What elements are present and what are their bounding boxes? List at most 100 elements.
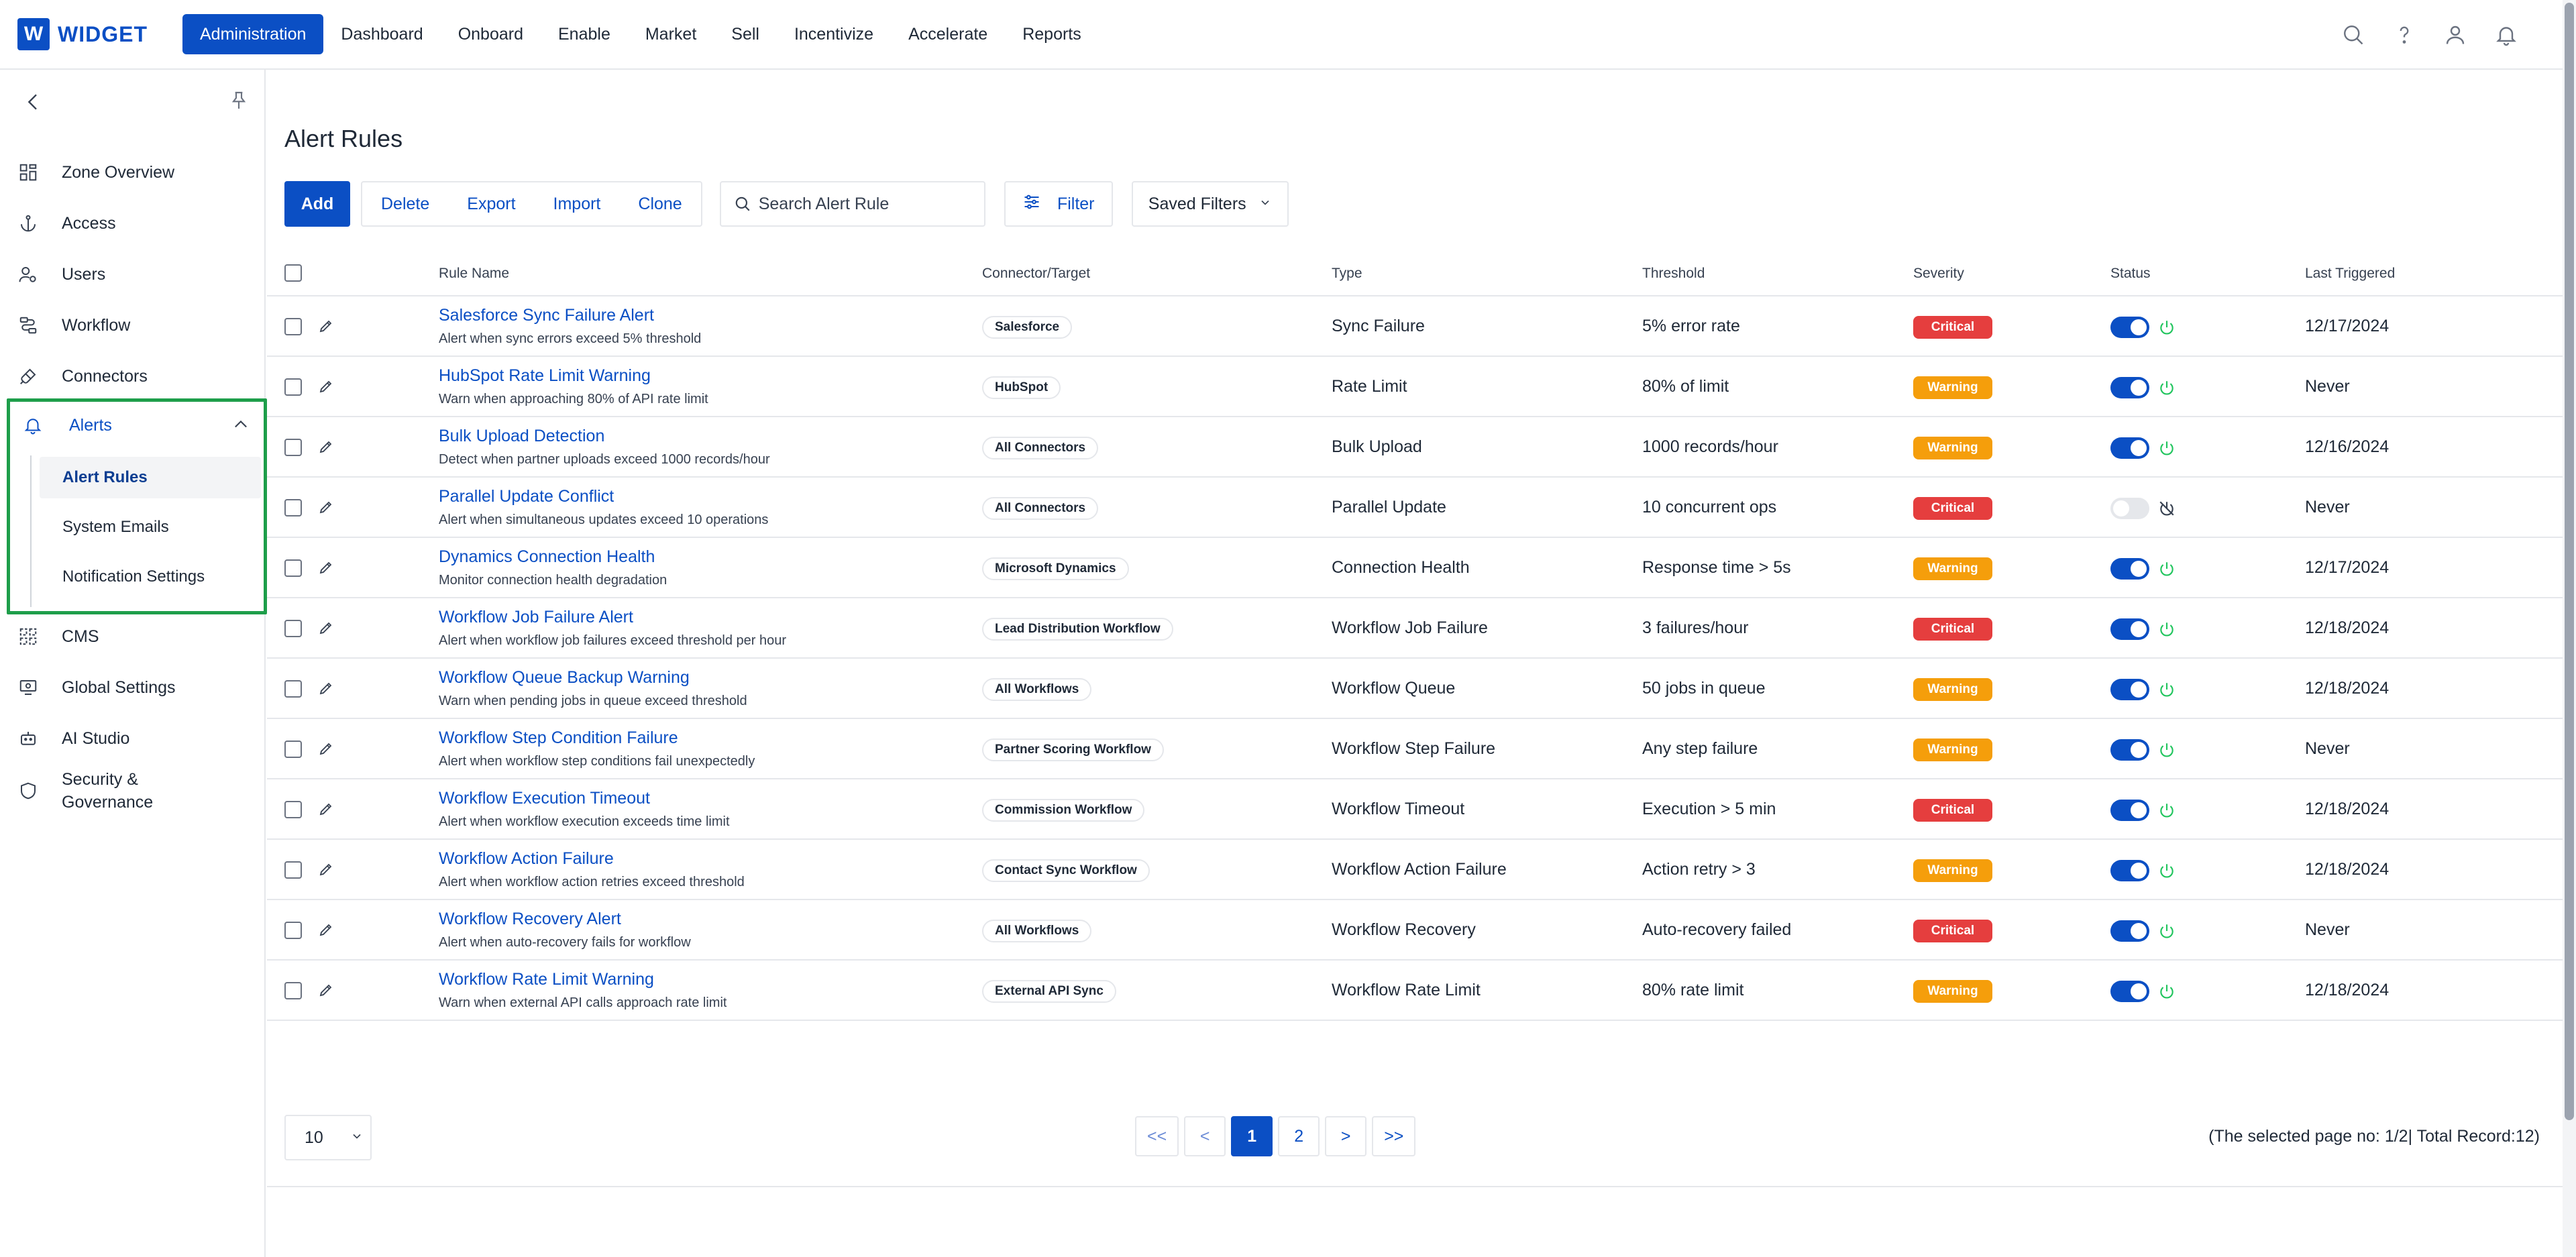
rule-name-link[interactable]: Workflow Step Condition Failure: [439, 728, 678, 748]
column-header-severity[interactable]: Severity: [1913, 266, 1964, 282]
rule-name-link[interactable]: Workflow Execution Timeout: [439, 789, 650, 808]
clone-button[interactable]: Clone: [619, 182, 700, 225]
row-checkbox[interactable]: [284, 499, 302, 516]
row-checkbox[interactable]: [284, 318, 302, 335]
select-all-checkbox[interactable]: [284, 264, 302, 282]
column-header-rule-name[interactable]: Rule Name: [439, 266, 509, 282]
row-checkbox[interactable]: [284, 861, 302, 879]
edit-icon[interactable]: [315, 798, 337, 820]
nav-onboard[interactable]: Onboard: [441, 14, 541, 54]
rule-name-link[interactable]: Workflow Recovery Alert: [439, 910, 621, 929]
export-button[interactable]: Export: [448, 182, 534, 225]
column-header-last-triggered[interactable]: Last Triggered: [2305, 266, 2395, 282]
rule-name-link[interactable]: Bulk Upload Detection: [439, 427, 604, 446]
row-checkbox[interactable]: [284, 620, 302, 637]
sidebar-item-ai-studio[interactable]: AI Studio: [0, 716, 264, 761]
page-1-button[interactable]: 1: [1231, 1116, 1273, 1156]
page-size-select[interactable]: 10: [284, 1115, 372, 1160]
edit-icon[interactable]: [315, 315, 337, 337]
sidebar-item-zone-overview[interactable]: Zone Overview: [0, 150, 264, 195]
nav-sell[interactable]: Sell: [714, 14, 777, 54]
status-toggle[interactable]: [2110, 317, 2149, 338]
last-page-button[interactable]: >>: [1372, 1116, 1416, 1156]
row-checkbox[interactable]: [284, 801, 302, 818]
nav-market[interactable]: Market: [628, 14, 714, 54]
nav-accelerate[interactable]: Accelerate: [891, 14, 1005, 54]
sidebar-subitem-notification-settings[interactable]: Notification Settings: [40, 556, 261, 598]
page-scrollbar[interactable]: [2563, 0, 2576, 1257]
search-input[interactable]: [758, 194, 973, 214]
sidebar-item-workflow[interactable]: Workflow: [0, 303, 264, 347]
collapse-sidebar-icon[interactable]: [17, 86, 50, 118]
edit-icon[interactable]: [315, 979, 337, 1001]
saved-filters-dropdown[interactable]: Saved Filters: [1131, 181, 1289, 227]
scrollbar-thumb[interactable]: [2565, 3, 2574, 1120]
edit-icon[interactable]: [315, 738, 337, 759]
row-checkbox[interactable]: [284, 378, 302, 396]
status-toggle[interactable]: [2110, 558, 2149, 580]
delete-button[interactable]: Delete: [362, 182, 448, 225]
edit-icon[interactable]: [315, 376, 337, 397]
edit-icon[interactable]: [315, 859, 337, 880]
previous-page-button[interactable]: <: [1184, 1116, 1226, 1156]
filter-button[interactable]: Filter: [1004, 181, 1113, 227]
sidebar-item-cms[interactable]: CMS: [0, 614, 264, 659]
first-page-button[interactable]: <<: [1135, 1116, 1179, 1156]
sidebar-item-connectors[interactable]: Connectors: [0, 354, 264, 398]
column-header-threshold[interactable]: Threshold: [1642, 266, 1705, 282]
edit-icon[interactable]: [315, 496, 337, 518]
row-checkbox[interactable]: [284, 680, 302, 698]
edit-icon[interactable]: [315, 557, 337, 578]
rule-name-link[interactable]: Workflow Job Failure Alert: [439, 608, 633, 627]
row-checkbox[interactable]: [284, 559, 302, 577]
nav-administration[interactable]: Administration: [182, 14, 324, 54]
brand-logo[interactable]: W WIDGET: [17, 18, 148, 50]
sidebar-item-users[interactable]: Users: [0, 252, 264, 296]
rule-name-link[interactable]: Parallel Update Conflict: [439, 487, 614, 506]
nav-incentivize[interactable]: Incentivize: [777, 14, 891, 54]
status-toggle[interactable]: [2110, 679, 2149, 700]
edit-icon[interactable]: [315, 436, 337, 457]
sidebar-subitem-alert-rules[interactable]: Alert Rules: [40, 457, 261, 498]
sidebar-subitem-system-emails[interactable]: System Emails: [40, 506, 261, 548]
nav-enable[interactable]: Enable: [541, 14, 628, 54]
sidebar-item-global-settings[interactable]: Global Settings: [0, 665, 264, 710]
pin-icon[interactable]: [223, 85, 255, 117]
rule-name-link[interactable]: HubSpot Rate Limit Warning: [439, 366, 651, 386]
user-icon[interactable]: [2439, 19, 2471, 51]
import-button[interactable]: Import: [535, 182, 620, 225]
column-header-status[interactable]: Status: [2110, 266, 2151, 282]
edit-icon[interactable]: [315, 677, 337, 699]
rule-name-link[interactable]: Salesforce Sync Failure Alert: [439, 306, 654, 325]
column-header-type[interactable]: Type: [1332, 266, 1362, 282]
status-toggle[interactable]: [2110, 739, 2149, 761]
help-icon[interactable]: [2388, 19, 2420, 51]
search-icon[interactable]: [2337, 19, 2369, 51]
edit-icon[interactable]: [315, 919, 337, 940]
bell-icon[interactable]: [2490, 19, 2522, 51]
sidebar-item-alerts[interactable]: Alerts: [10, 402, 264, 449]
nav-reports[interactable]: Reports: [1005, 14, 1099, 54]
nav-dashboard[interactable]: Dashboard: [323, 14, 440, 54]
rule-name-link[interactable]: Workflow Queue Backup Warning: [439, 668, 690, 688]
chevron-up-icon[interactable]: [231, 415, 250, 439]
status-toggle[interactable]: [2110, 800, 2149, 821]
status-toggle[interactable]: [2110, 437, 2149, 459]
row-checkbox[interactable]: [284, 741, 302, 758]
add-button[interactable]: Add: [284, 181, 350, 227]
status-toggle[interactable]: [2110, 920, 2149, 942]
row-checkbox[interactable]: [284, 439, 302, 456]
status-toggle[interactable]: [2110, 498, 2149, 519]
row-checkbox[interactable]: [284, 982, 302, 999]
edit-icon[interactable]: [315, 617, 337, 639]
status-toggle[interactable]: [2110, 981, 2149, 1002]
status-toggle[interactable]: [2110, 377, 2149, 398]
page-2-button[interactable]: 2: [1278, 1116, 1320, 1156]
sidebar-item-security-governance[interactable]: Security & Governance: [0, 761, 264, 821]
rule-name-link[interactable]: Workflow Action Failure: [439, 849, 614, 869]
status-toggle[interactable]: [2110, 860, 2149, 881]
rule-name-link[interactable]: Dynamics Connection Health: [439, 547, 655, 567]
status-toggle[interactable]: [2110, 618, 2149, 640]
rule-name-link[interactable]: Workflow Rate Limit Warning: [439, 970, 654, 989]
row-checkbox[interactable]: [284, 922, 302, 939]
